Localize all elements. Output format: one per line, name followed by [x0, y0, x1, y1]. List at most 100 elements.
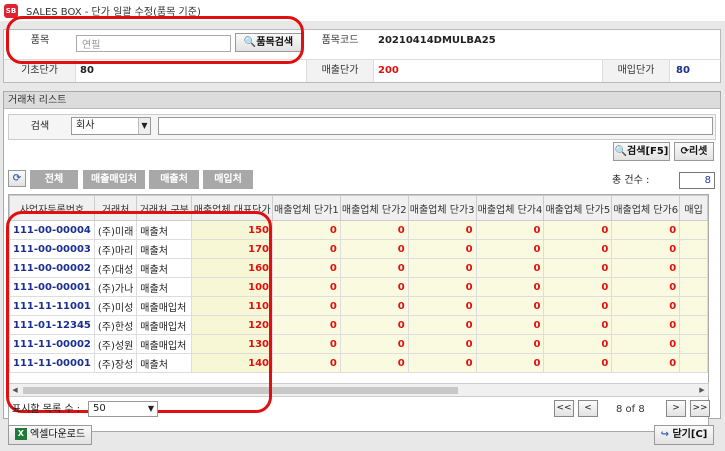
price-cell[interactable]: 0 [339, 334, 409, 354]
client-search-box: 검색 회사 ▼ [8, 114, 716, 140]
price-cell[interactable]: 0 [272, 296, 341, 316]
price-cell[interactable]: 0 [407, 315, 477, 335]
price-cell[interactable]: 0 [339, 315, 409, 335]
client-search-button[interactable]: 🔍검색[F5] [613, 142, 670, 161]
price-cell[interactable]: 0 [475, 258, 545, 278]
purchase-price-cell[interactable] [679, 277, 708, 297]
chevron-down-icon: ▼ [147, 404, 155, 413]
price-cell[interactable]: 0 [339, 220, 409, 240]
filter-sales-button[interactable]: 매출처 [149, 170, 199, 189]
price-cell[interactable]: 0 [407, 258, 477, 278]
price-cell[interactable]: 0 [272, 220, 341, 240]
price-cell[interactable]: 0 [407, 296, 477, 316]
column-header[interactable]: 매출업체 단가6 [611, 195, 681, 221]
purchase-price-cell[interactable] [679, 353, 708, 373]
product-code-value: 20210414DMULBA25 [378, 35, 496, 46]
column-header[interactable]: 매출업체 단가4 [475, 195, 545, 221]
price-cell[interactable]: 0 [407, 239, 477, 259]
price-cell[interactable]: 0 [543, 220, 613, 240]
price-cell[interactable]: 0 [339, 277, 409, 297]
price-cell[interactable]: 0 [475, 220, 545, 240]
purchase-price-label: 매입단가 [602, 60, 670, 82]
column-header[interactable]: 매출업체 단가5 [543, 195, 613, 221]
price-cell[interactable]: 0 [272, 334, 341, 354]
price-cell[interactable]: 0 [475, 239, 545, 259]
product-code-label: 품목코드 [306, 30, 374, 52]
next-page-button[interactable]: > [666, 400, 686, 417]
price-cell[interactable]: 0 [339, 258, 409, 278]
client-search-input[interactable] [158, 117, 713, 135]
purchase-price-cell[interactable] [679, 239, 708, 259]
price-cell[interactable]: 0 [475, 334, 545, 354]
chevron-down-icon: ▼ [138, 118, 150, 134]
price-cell[interactable]: 0 [407, 220, 477, 240]
purchase-price-cell[interactable] [679, 258, 708, 278]
price-cell[interactable]: 0 [339, 353, 409, 373]
price-cell[interactable]: 0 [475, 277, 545, 297]
purchase-price-cell[interactable] [679, 334, 708, 354]
app-logo: SB [4, 3, 18, 18]
price-cell[interactable]: 0 [543, 239, 613, 259]
filter-purchase-button[interactable]: 매입처 [203, 170, 253, 189]
purchase-price-cell[interactable] [679, 296, 708, 316]
rows-per-page-label: 표시할 목록 수 : [12, 404, 81, 415]
price-cell[interactable]: 0 [543, 315, 613, 335]
column-header[interactable]: 매출업체 단가1 [272, 195, 341, 221]
price-cell[interactable]: 0 [611, 334, 681, 354]
close-button[interactable]: ↪ 닫기[C] [654, 425, 714, 445]
total-count-label: 총 건수 : [612, 175, 650, 186]
price-cell[interactable]: 0 [543, 258, 613, 278]
price-cell[interactable]: 0 [611, 277, 681, 297]
client-search-label: 검색 [30, 121, 50, 132]
excel-download-button[interactable]: X 엑셀다운로드 [8, 425, 92, 445]
price-cell[interactable]: 0 [272, 277, 341, 297]
column-header[interactable]: 매출업체 단가3 [407, 195, 477, 221]
page-info: 8 of 8 [616, 404, 645, 415]
grid-highlight-outline [6, 211, 272, 413]
column-header[interactable]: 매출업체 단가2 [339, 195, 409, 221]
reset-button[interactable]: ⟳리셋 [674, 142, 714, 161]
first-page-button[interactable]: << [554, 400, 574, 417]
purchase-price-cell[interactable] [679, 315, 708, 335]
price-cell[interactable]: 0 [475, 296, 545, 316]
purchase-price-value: 80 [676, 65, 690, 76]
price-cell[interactable]: 0 [339, 239, 409, 259]
price-cell[interactable]: 0 [611, 239, 681, 259]
filter-all-button[interactable]: 전체 [30, 170, 78, 189]
price-cell[interactable]: 0 [475, 315, 545, 335]
purchase-price-cell[interactable] [679, 220, 708, 240]
refresh-icon: ⟳ [680, 146, 689, 157]
price-cell[interactable]: 0 [611, 220, 681, 240]
magnifier-icon: 🔍 [614, 146, 628, 157]
price-cell[interactable]: 0 [543, 353, 613, 373]
price-cell[interactable]: 0 [543, 277, 613, 297]
sales-price-value: 200 [378, 65, 399, 76]
scroll-right-icon[interactable]: ▶ [696, 384, 708, 396]
price-cell[interactable]: 0 [543, 296, 613, 316]
price-cell[interactable]: 0 [339, 296, 409, 316]
exit-icon: ↪ [660, 429, 669, 440]
column-header[interactable]: 매입 [679, 195, 708, 221]
client-list-header: 거래처 리스트 [4, 92, 720, 109]
price-cell[interactable]: 0 [611, 296, 681, 316]
refresh-icon[interactable]: ⟳ [8, 170, 26, 187]
price-cell[interactable]: 0 [611, 258, 681, 278]
price-cell[interactable]: 0 [611, 315, 681, 335]
rows-per-page-select[interactable]: 50 ▼ [88, 401, 158, 417]
filter-sales-purchase-button[interactable]: 매출매입처 [83, 170, 145, 189]
price-cell[interactable]: 0 [272, 353, 341, 373]
price-cell[interactable]: 0 [407, 353, 477, 373]
price-cell[interactable]: 0 [475, 353, 545, 373]
price-cell[interactable]: 0 [272, 258, 341, 278]
total-count-value: 8 [679, 172, 715, 189]
price-cell[interactable]: 0 [407, 277, 477, 297]
price-cell[interactable]: 0 [407, 334, 477, 354]
price-cell[interactable]: 0 [543, 334, 613, 354]
price-cell[interactable]: 0 [611, 353, 681, 373]
prev-page-button[interactable]: < [578, 400, 598, 417]
price-cell[interactable]: 0 [272, 315, 341, 335]
price-cell[interactable]: 0 [272, 239, 341, 259]
search-field-select[interactable]: 회사 ▼ [71, 117, 151, 135]
window-body: 품목 🔍품목검색 품목코드 20210414DMULBA25 기초단가 80 매… [0, 16, 725, 451]
last-page-button[interactable]: >> [690, 400, 710, 417]
